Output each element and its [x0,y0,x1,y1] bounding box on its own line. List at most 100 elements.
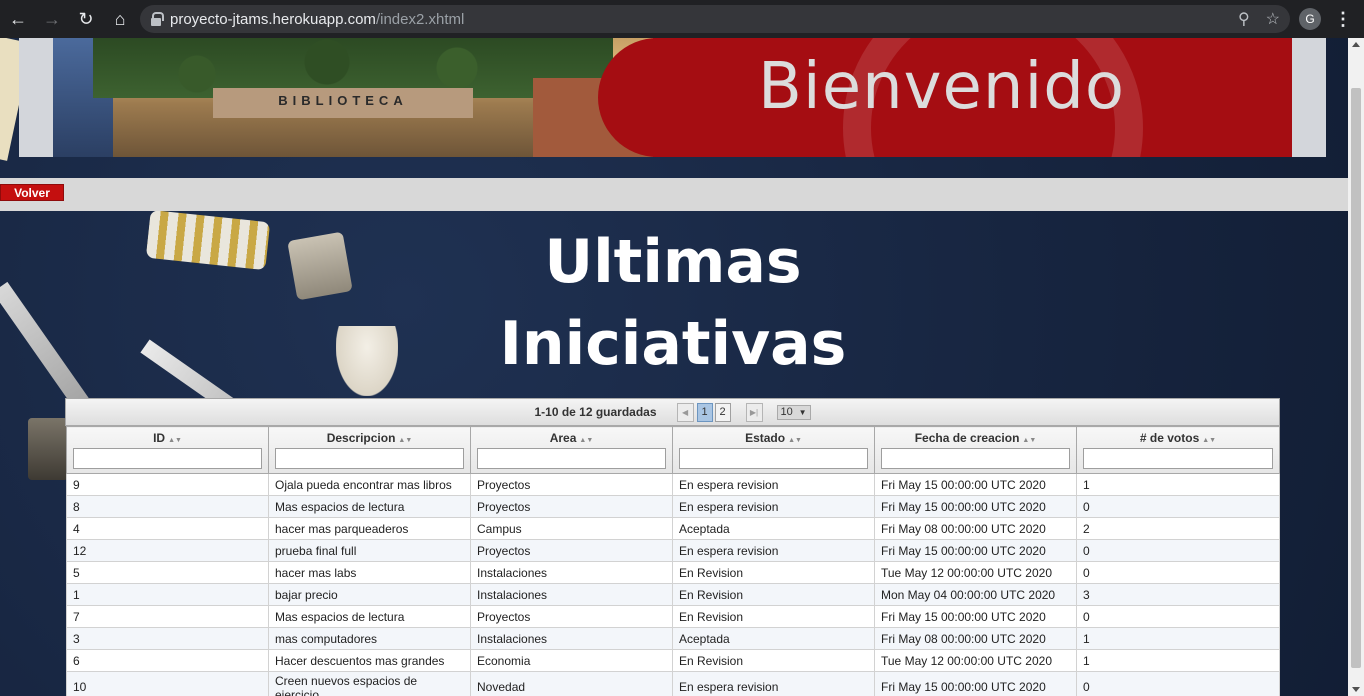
table-cell: 1 [66,583,269,606]
decorative-clip [28,418,68,480]
address-bar[interactable]: proyecto-jtams.herokuapp.com/index2.xhtm… [140,5,1290,33]
table-cell: Proyectos [470,539,673,562]
menu-bar: Volver [0,178,1348,211]
decorative-eraser [336,326,398,396]
column-header-id[interactable]: ID ▲▼ [66,426,269,474]
table-cell: hacer mas parqueaderos [268,517,471,540]
table-cell: 12 [66,539,269,562]
table-cell: mas computadores [268,627,471,650]
table-row[interactable]: 6 Hacer descuentos mas grandes Economia En … [66,649,1280,672]
table-cell: 2 [1076,517,1280,540]
table-cell: Fri May 15 00:00:00 UTC 2020 [874,671,1077,696]
bookmark-star-icon[interactable]: ☆ [1266,9,1280,29]
table-row[interactable]: 12 prueba final full Proyectos En espera re… [66,539,1280,562]
table-cell: Tue May 12 00:00:00 UTC 2020 [874,561,1077,584]
table-cell: 1 [1076,649,1280,672]
table-cell: Tue May 12 00:00:00 UTC 2020 [874,649,1077,672]
table-cell: 0 [1076,671,1280,696]
volver-button[interactable]: Volver [0,184,64,201]
prev-page-button[interactable]: ◀ [676,402,694,422]
table-cell: 0 [1076,495,1280,518]
sort-icon: ▲▼ [1202,437,1217,444]
scroll-up-arrow-icon[interactable] [1352,42,1360,47]
scroll-down-arrow-icon[interactable] [1352,687,1360,692]
library-sign: BIBLIOTECA [213,88,473,118]
table-cell: 9 [66,473,269,496]
table-cell: Fri May 08 00:00:00 UTC 2020 [874,627,1077,650]
welcome-text: Bienvenido [758,50,1125,124]
table-cell: hacer mas labs [268,561,471,584]
table-cell: bajar precio [268,583,471,606]
decorative-binder-clip [287,231,353,301]
library-photo: BIBLIOTECA [53,38,653,157]
table-cell: 0 [1076,539,1280,562]
column-header-area[interactable]: Area ▲▼ [470,426,673,474]
page-title: Ultimas Iniciativas [499,227,847,379]
filter-input-area[interactable] [477,448,666,469]
table-cell: En espera revision [672,671,875,696]
table-cell: Instalaciones [470,583,673,606]
table-cell: 3 [1076,583,1280,606]
table-cell: En Revision [672,583,875,606]
sort-icon: ▲▼ [168,437,182,444]
table-row[interactable]: 10 Creen nuevos espacios de ejercicio Nove… [66,671,1280,696]
zoom-icon[interactable]: ⚲ [1238,9,1250,29]
scroll-thumb[interactable] [1351,88,1361,668]
url-path: /index2.xhtml [375,10,465,28]
rows-per-page-select[interactable]: 10 ▼ [776,404,811,420]
table-cell: Aceptada [672,517,875,540]
filter-input-votos[interactable] [1083,448,1273,469]
sort-icon: ▲▼ [788,437,802,444]
filter-input-fecha[interactable] [881,448,1070,469]
profile-avatar[interactable]: G [1299,8,1321,30]
table-cell: 8 [66,495,269,518]
column-header-estado[interactable]: Estado ▲▼ [672,426,875,474]
table-body: 9 Ojala pueda encontrar mas libros Proyect… [66,473,1280,696]
table-row[interactable]: 9 Ojala pueda encontrar mas libros Proyect… [66,473,1280,496]
initiatives-table: 1-10 de 12 guardadas ◀ 1 2 ▶| 10 ▼ ID ▲▼ … [65,398,1280,696]
forward-arrow-icon[interactable]: → [36,3,68,35]
table-row[interactable]: 4 hacer mas parqueaderos Campus Aceptada Fri… [66,517,1280,540]
filter-input-id[interactable] [73,448,262,469]
filter-input-descripcion[interactable] [275,448,464,469]
last-page-button[interactable]: ▶| [745,402,763,422]
filter-input-estado[interactable] [679,448,868,469]
column-header-fecha[interactable]: Fecha de creacion ▲▼ [874,426,1077,474]
column-header-descripcion[interactable]: Descripcion ▲▼ [268,426,471,474]
table-row[interactable]: 7 Mas espacios de lectura Proyectos En Revi… [66,605,1280,628]
table-row[interactable]: 3 mas computadores Instalaciones Aceptada Fr… [66,627,1280,650]
table-cell: 1 [1076,627,1280,650]
table-cell: Ojala pueda encontrar mas libros [268,473,471,496]
table-cell: En espera revision [672,495,875,518]
table-row[interactable]: 5 hacer mas labs Instalaciones En Revision T… [66,561,1280,584]
table-row[interactable]: 8 Mas espacios de lectura Proyectos En espe… [66,495,1280,518]
home-icon[interactable]: ⌂ [104,3,136,35]
table-cell: Campus [470,517,673,540]
column-header-votos[interactable]: # de votos ▲▼ [1076,426,1280,474]
back-arrow-icon[interactable]: ← [2,3,34,35]
reload-icon[interactable]: ↻ [70,3,102,35]
table-cell: Novedad [470,671,673,696]
sort-icon: ▲▼ [1022,437,1037,444]
sort-icon: ▲▼ [579,437,594,444]
table-cell: Proyectos [470,495,673,518]
table-cell: En Revision [672,605,875,628]
table-cell: Proyectos [470,473,673,496]
table-cell: Fri May 15 00:00:00 UTC 2020 [874,473,1077,496]
lock-icon [150,12,164,26]
table-row[interactable]: 1 bajar precio Instalaciones En Revision Mon… [66,583,1280,606]
page-scrollbar[interactable] [1348,38,1364,696]
table-cell: 1 [1076,473,1280,496]
page-viewport: BIBLIOTECA Bienvenido Volver Ultimas Ini… [0,38,1348,696]
sort-icon: ▲▼ [398,437,413,444]
table-cell: Mas espacios de lectura [268,495,471,518]
table-cell: Hacer descuentos mas grandes [268,649,471,672]
table-cell: 4 [66,517,269,540]
more-menu-icon[interactable]: ⋮ [1334,8,1352,30]
page-1-button[interactable]: 1 [696,402,713,422]
page-2-button[interactable]: 2 [714,402,731,422]
table-cell: prueba final full [268,539,471,562]
table-cell: 0 [1076,605,1280,628]
table-cell: Fri May 15 00:00:00 UTC 2020 [874,495,1077,518]
table-cell: En Revision [672,649,875,672]
